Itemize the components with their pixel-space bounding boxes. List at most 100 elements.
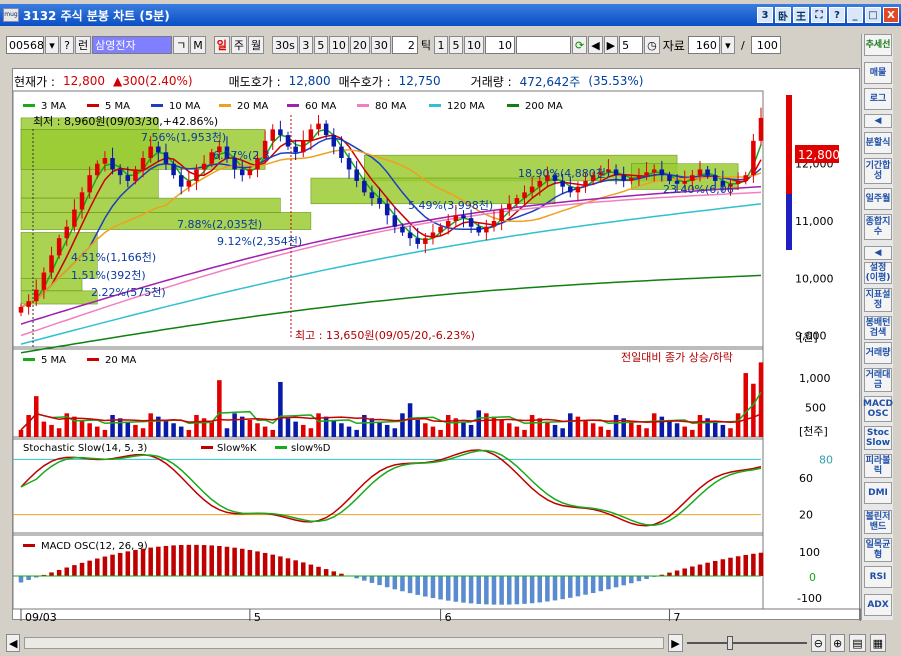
volume-bar	[217, 380, 222, 437]
sidebar-button-10[interactable]: 지표설정	[864, 288, 892, 312]
clock-icon[interactable]: ◷	[644, 36, 660, 54]
volume-bar	[95, 426, 100, 437]
sidebar-button-2[interactable]: 로그	[864, 88, 892, 110]
volume-bar	[644, 428, 649, 437]
print-icon[interactable]: ▤	[849, 634, 866, 652]
volume-bar	[110, 414, 115, 437]
sidebar-button-3[interactable]: ◀	[864, 114, 892, 128]
horizontal-scrollbar[interactable]: ◀ ▶ ⊖ ⊕ ▤ ▦	[6, 634, 886, 652]
stock-search-button[interactable]: ?	[60, 36, 74, 54]
scroll-track[interactable]	[24, 637, 665, 649]
candle-body	[323, 123, 329, 136]
fullscreen-icon[interactable]: ⛶	[811, 7, 827, 23]
tick-10-button[interactable]: 10	[463, 36, 484, 54]
sidebar-button-20[interactable]: RSI	[864, 566, 892, 588]
macd-bar	[445, 576, 451, 601]
macd-bar	[743, 554, 749, 576]
interval-3-button[interactable]: 3	[298, 36, 313, 54]
candle-body	[651, 169, 657, 173]
sidebar-button-11[interactable]: 봉배턴검색	[864, 316, 892, 340]
interval-seconds-button[interactable]: 30s	[272, 36, 298, 54]
chart-svg[interactable]: 7.56%(1,953천) 6.27%(2,3 18.90%(4,880천) 23.4…	[12, 69, 871, 624]
scroll-left-arrow-icon[interactable]: ◀	[6, 634, 21, 652]
total-input[interactable]: 100	[750, 36, 781, 54]
sidebar-button-0[interactable]: 추세선	[864, 34, 892, 56]
candle-body	[301, 140, 306, 153]
interval-10-button[interactable]: 10	[328, 36, 349, 54]
candle-body	[529, 186, 535, 193]
pin-button[interactable]: 卧	[775, 7, 791, 23]
scroll-right-icon[interactable]: ▶	[603, 36, 619, 54]
macd-bar	[102, 556, 108, 576]
candle-body	[423, 238, 428, 244]
stock-name-field[interactable]: 삼영전자	[92, 36, 173, 54]
always-top-button[interactable]: 王	[793, 7, 809, 23]
date-input[interactable]	[515, 36, 571, 54]
app-logo-icon: mug	[3, 8, 19, 22]
scroll-left-icon[interactable]: ◀	[588, 36, 603, 54]
sidebar-button-4[interactable]: 분할식	[864, 132, 892, 154]
tick-value-input[interactable]: 10	[484, 36, 515, 54]
macd-bar	[735, 556, 741, 576]
volume-bar	[209, 421, 214, 437]
interval-30-button[interactable]: 30	[370, 36, 391, 54]
refresh-icon[interactable]: ⟳	[571, 36, 588, 54]
zoom-slider[interactable]	[686, 636, 807, 650]
interval-20-button[interactable]: 20	[349, 36, 370, 54]
minimize-button[interactable]: _	[847, 7, 863, 23]
sidebar-button-7[interactable]: 종합지수	[864, 214, 892, 240]
macd-bar	[537, 576, 543, 603]
macd-bar	[369, 576, 375, 583]
save-icon[interactable]: ▦	[869, 634, 886, 652]
data-count-dropdown-icon[interactable]: ▾	[720, 36, 735, 54]
tick-5-button[interactable]: 5	[448, 36, 463, 54]
title-bar[interactable]: mug 3132 주식 분봉 차트 (5분) 3 卧 王 ⛶ ? _ □ X	[0, 4, 901, 26]
help-button[interactable]: ?	[829, 7, 845, 23]
chart-area[interactable]: 7.56%(1,953천) 6.27%(2,3 18.90%(4,880천) 23.4…	[12, 68, 871, 624]
count-input[interactable]: 5	[619, 36, 644, 54]
sidebar-button-8[interactable]: ◀	[864, 246, 892, 260]
candle-body	[667, 175, 672, 181]
interval-5-button[interactable]: 5	[313, 36, 328, 54]
candle-body	[339, 146, 344, 158]
candle-body	[354, 169, 359, 181]
zoom-slider-thumb[interactable]	[726, 636, 733, 650]
stoch-k-swatch	[201, 446, 213, 449]
tick-1-button[interactable]: 1	[433, 36, 448, 54]
volume-bar	[590, 423, 596, 437]
sidebar-button-1[interactable]: 매물	[864, 62, 892, 84]
sidebar-button-19[interactable]: 일목균형	[864, 538, 892, 562]
sidebar-button-13[interactable]: 거래대금	[864, 368, 892, 392]
sidebar-button-16[interactable]: 피라볼릭	[864, 454, 892, 478]
candle-body	[476, 226, 481, 233]
sidebar-button-9[interactable]: 설정(이평)	[864, 262, 892, 284]
data-count-input[interactable]: 160	[687, 36, 720, 54]
maximize-button[interactable]: □	[865, 7, 881, 23]
sidebar-button-17[interactable]: DMI	[864, 482, 892, 504]
code-dropdown-icon[interactable]: ▾	[45, 36, 59, 54]
candle-body	[613, 169, 619, 176]
period-week-button[interactable]: 주	[230, 36, 247, 54]
scroll-right-arrow-icon[interactable]: ▶	[668, 634, 683, 652]
link-3-button[interactable]: 3	[757, 7, 773, 23]
link-button[interactable]: 런	[75, 36, 92, 54]
prev-stock-button[interactable]: ㄱ	[173, 36, 190, 54]
sidebar-button-15[interactable]: Stoc Slow	[864, 426, 892, 450]
sidebar-button-14[interactable]: MACD OSC	[863, 396, 893, 422]
sidebar-button-18[interactable]: 볼린저밴드	[864, 510, 892, 534]
sidebar-button-12[interactable]: 거래량	[864, 342, 892, 364]
close-button[interactable]: X	[883, 7, 899, 23]
sidebar-button-5[interactable]: 기간합성	[864, 158, 892, 184]
period-day-button[interactable]: 일	[213, 36, 230, 54]
zoom-in-icon[interactable]: ⊕	[829, 634, 846, 652]
volume-bar	[445, 414, 451, 437]
menu-stock-button[interactable]: M	[190, 36, 206, 54]
x-axis-label-2: 6	[445, 611, 452, 621]
candle-body	[659, 169, 665, 176]
sidebar-button-6[interactable]: 일주월	[864, 188, 892, 210]
period-month-button[interactable]: 월	[248, 36, 265, 54]
zoom-out-icon[interactable]: ⊖	[810, 634, 826, 652]
minute-value-input[interactable]: 2	[391, 36, 418, 54]
stock-code-input[interactable]: 005680	[6, 36, 44, 54]
sidebar-button-21[interactable]: ADX	[864, 594, 892, 616]
